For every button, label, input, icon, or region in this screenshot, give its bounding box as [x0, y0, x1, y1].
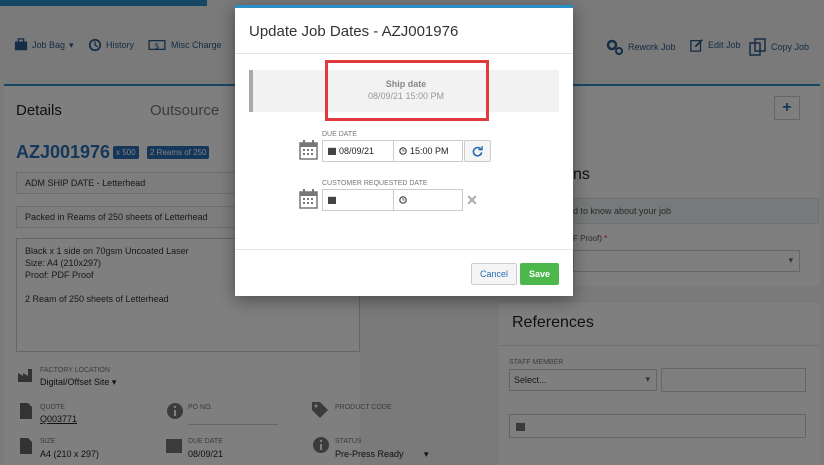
clock-icon: [399, 147, 407, 155]
due-datetime-input: 08/09/21 15:00 PM: [322, 140, 463, 162]
refresh-button[interactable]: [464, 140, 491, 162]
modal-header-divider: [235, 53, 573, 54]
close-icon: ✕: [466, 191, 478, 208]
due-date-input[interactable]: 08/09/21: [323, 141, 394, 161]
customer-datetime-input: [322, 189, 463, 211]
customer-requested-date-label: CUSTOMER REQUESTED DATE: [322, 180, 428, 187]
calendar-icon: [299, 189, 318, 209]
customer-time-input[interactable]: [394, 190, 462, 210]
customer-date-input[interactable]: [323, 190, 394, 210]
save-button[interactable]: Save: [520, 263, 559, 285]
clock-icon: [399, 196, 407, 204]
calendar-icon: [328, 147, 336, 155]
due-date-label: DUE DATE: [322, 131, 357, 138]
clear-date-button[interactable]: ✕: [465, 191, 479, 208]
calendar-icon: [299, 140, 318, 160]
modal-footer-divider: [235, 249, 573, 250]
highlight-box: [325, 60, 489, 121]
due-time-input[interactable]: 15:00 PM: [394, 141, 462, 161]
due-time-input-value: 15:00 PM: [410, 146, 449, 156]
due-date-input-value: 08/09/21: [339, 146, 375, 156]
calendar-icon: [328, 196, 336, 204]
refresh-icon: [472, 145, 483, 157]
cancel-button[interactable]: Cancel: [471, 263, 517, 285]
modal-title: Update Job Dates - AZJ001976: [249, 23, 459, 40]
update-job-dates-dialog: Update Job Dates - AZJ001976 Ship date 0…: [235, 5, 573, 296]
